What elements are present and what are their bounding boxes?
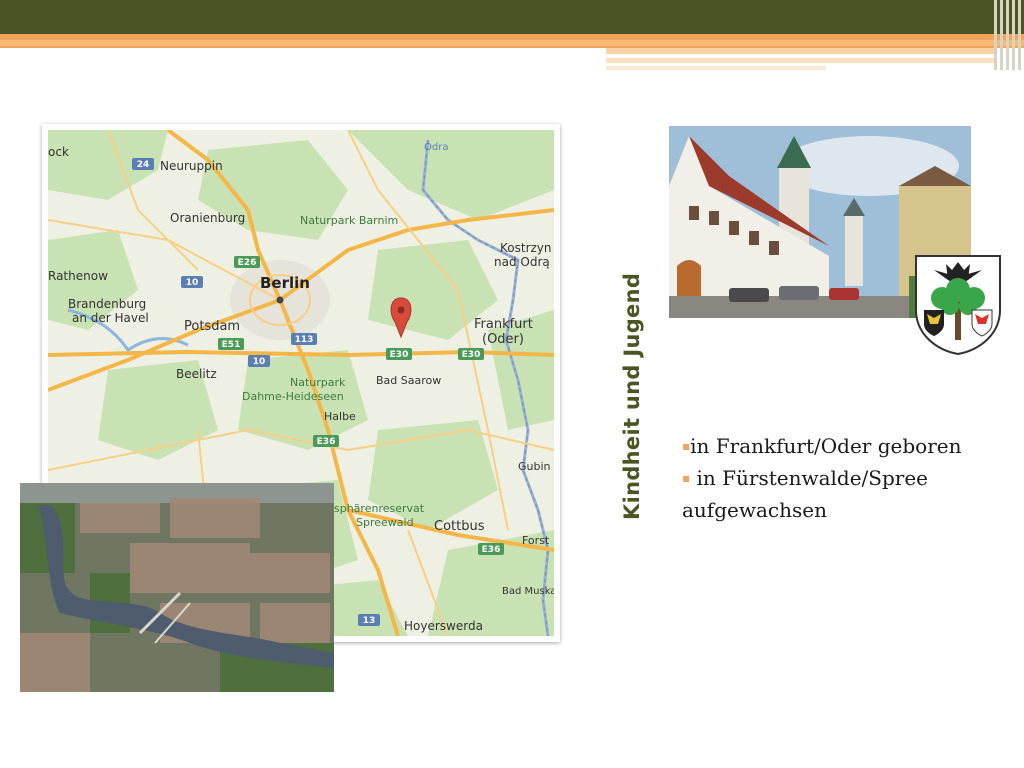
label-oder: (Oder) bbox=[482, 332, 524, 347]
label-dahme-heideseen: Dahme-Heideseen bbox=[242, 390, 344, 403]
label-biosphaerenreservat: sphärenreservat bbox=[334, 502, 425, 515]
bullet-marker-icon: ▪ bbox=[682, 439, 691, 453]
label-brandenburg: Brandenburg bbox=[68, 297, 146, 311]
label-bad-muskau: Bad Muska bbox=[502, 586, 554, 597]
shield-e51: E51 bbox=[222, 340, 241, 350]
label-gubin: Gubin bbox=[518, 460, 551, 473]
shield-13: 13 bbox=[363, 616, 376, 626]
label-oranienburg: Oranienburg bbox=[170, 211, 245, 225]
aerial-city-photo bbox=[20, 483, 334, 692]
label-frankfurt: Frankfurt bbox=[474, 317, 533, 332]
bullet-item: ▪in Frankfurt/Oder geboren bbox=[682, 430, 982, 462]
label-cottbus: Cottbus bbox=[434, 519, 485, 534]
label-bad-saarow: Bad Saarow bbox=[376, 374, 441, 387]
header-stripe bbox=[1018, 0, 1021, 70]
berlin-dot bbox=[276, 296, 284, 304]
label-forst: Forst bbox=[522, 534, 550, 547]
shield-10: 10 bbox=[186, 278, 199, 288]
label-neuruppin: Neuruppin bbox=[160, 159, 223, 173]
bullet-item: ▪ in Fürstenwalde/Spree aufgewachsen bbox=[682, 462, 982, 526]
label-naturpark-barnim: Naturpark Barnim bbox=[300, 214, 398, 227]
shield-e30: E30 bbox=[462, 350, 481, 360]
label-hoyerswerda: Hoyerswerda bbox=[404, 619, 483, 633]
bullet-list: ▪in Frankfurt/Oder geboren ▪ in Fürstenw… bbox=[682, 430, 982, 526]
shield-e26: E26 bbox=[238, 258, 257, 268]
label-wittstock: ock bbox=[48, 145, 69, 159]
label-halbe: Halbe bbox=[324, 410, 356, 423]
header-band-light bbox=[606, 58, 996, 63]
header-band-orange-inner bbox=[0, 40, 1024, 46]
label-potsdam: Potsdam bbox=[184, 319, 240, 334]
coat-of-arms bbox=[915, 255, 1001, 356]
shield-e36: E36 bbox=[317, 437, 336, 447]
label-spreewald: Spreewald bbox=[356, 516, 414, 529]
shield-113: 113 bbox=[295, 335, 314, 345]
header-stripe bbox=[1000, 0, 1003, 70]
header-band-light bbox=[606, 66, 826, 70]
label-naturpark: Naturpark bbox=[290, 376, 346, 389]
label-odra: Odra bbox=[424, 142, 448, 153]
label-nad-odra: nad Odrą bbox=[494, 255, 550, 269]
bullet-text: in Fürstenwalde/Spree aufgewachsen bbox=[682, 466, 929, 522]
header-band-dark bbox=[0, 0, 1024, 34]
shield-10: 10 bbox=[253, 357, 266, 367]
shield-e36: E36 bbox=[482, 545, 501, 555]
header-stripe bbox=[994, 0, 997, 70]
label-kostrzyn: Kostrzyn bbox=[500, 241, 552, 255]
slide-title: Kindheit und Jugend bbox=[620, 272, 644, 520]
label-beelitz: Beelitz bbox=[176, 367, 217, 381]
label-berlin: Berlin bbox=[260, 274, 310, 292]
label-rathenow: Rathenow bbox=[48, 269, 108, 283]
header-stripe bbox=[1012, 0, 1015, 70]
shield-24: 24 bbox=[137, 160, 150, 170]
bullet-marker-icon: ▪ bbox=[682, 471, 691, 485]
shield-e30: E30 bbox=[390, 350, 409, 360]
label-an-der-havel: an der Havel bbox=[72, 311, 149, 325]
header-stripe bbox=[1006, 0, 1009, 70]
header-band-light bbox=[606, 48, 996, 54]
bullet-text: in Frankfurt/Oder geboren bbox=[690, 434, 962, 458]
